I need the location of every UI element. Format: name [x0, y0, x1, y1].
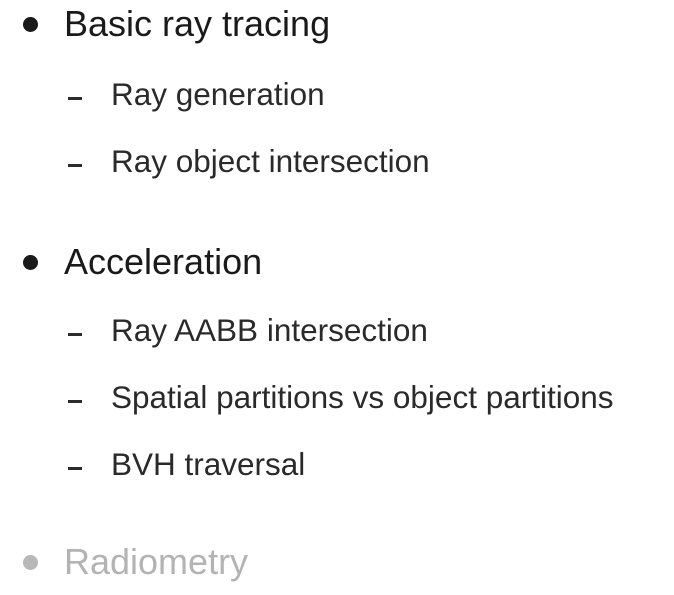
- dash-icon: [68, 333, 82, 336]
- topic-title: Radiometry: [64, 541, 249, 582]
- subtopic-label: BVH traversal: [111, 446, 306, 482]
- subtopic-ray-generation: Ray generation: [0, 74, 674, 114]
- dash-icon: [68, 400, 82, 403]
- dash-icon: [68, 164, 82, 167]
- subtopic-ray-aabb-intersection: Ray AABB intersection: [0, 310, 674, 350]
- subtopic-spatial-vs-object-partitions: Spatial partitions vs object partitions: [0, 377, 674, 417]
- subtopic-ray-object-intersection: Ray object intersection: [0, 141, 674, 181]
- dash-icon: [68, 97, 82, 100]
- topic-radiometry: Radiometry: [0, 538, 674, 588]
- subtopic-label: Ray object intersection: [111, 143, 430, 179]
- subtopic-label: Ray generation: [111, 76, 325, 112]
- topic-title: Acceleration: [64, 241, 263, 282]
- bullet-dot-icon: [23, 17, 38, 32]
- subtopic-label: Spatial partitions vs object partitions: [111, 379, 614, 415]
- subtopic-bvh-traversal: BVH traversal: [0, 444, 674, 484]
- topic-acceleration: Acceleration: [0, 238, 674, 288]
- topic-title: Basic ray tracing: [64, 3, 331, 44]
- subtopic-label: Ray AABB intersection: [111, 312, 428, 348]
- bullet-dot-icon: [23, 255, 38, 270]
- topic-basic-ray-tracing: Basic ray tracing: [0, 0, 674, 50]
- dash-icon: [68, 467, 82, 470]
- bullet-dot-icon: [23, 555, 38, 570]
